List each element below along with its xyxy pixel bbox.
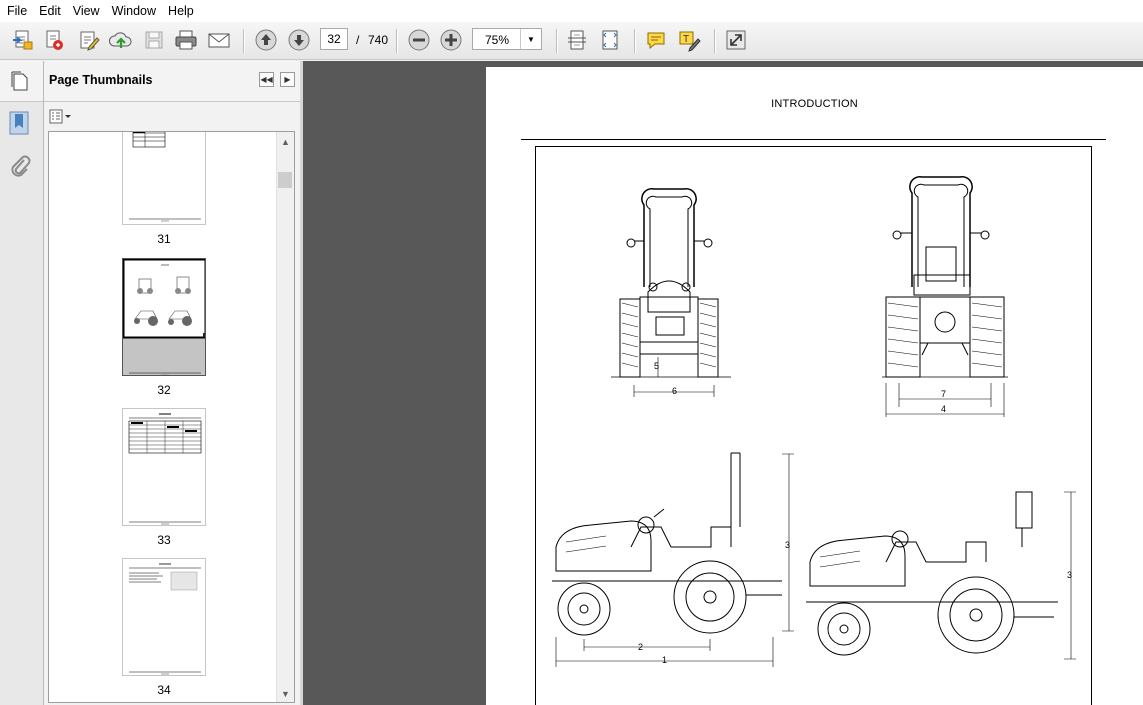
menu-bar: File Edit View Window Help [0, 0, 1143, 22]
pdf-page: INTRODUCTION 6 5 7 4 3 2 1 3 [486, 67, 1143, 705]
next-page-icon[interactable] [286, 27, 312, 53]
page-rule [521, 139, 1106, 140]
fullscreen-icon[interactable] [723, 27, 749, 53]
chevron-down-icon[interactable]: ▼ [520, 29, 541, 49]
toolbar: / 740 75% ▼ T [0, 22, 1143, 60]
page-separator: / [356, 33, 360, 47]
strip-header [0, 61, 43, 102]
thumbnail-label-34: 34 [157, 683, 171, 697]
tractor-side-view-right [806, 491, 1076, 660]
figure-frame: 6 5 7 4 3 2 1 3 [535, 146, 1092, 705]
toolbar-separator [396, 29, 398, 53]
thumbnail-page-34[interactable] [122, 558, 206, 676]
previous-page-icon[interactable] [253, 27, 279, 53]
bookmark-icon[interactable] [8, 110, 30, 139]
chevron-right-icon[interactable]: ▶ [280, 72, 295, 87]
document-view: INTRODUCTION 6 5 7 4 3 2 1 3 [303, 61, 1143, 705]
attachment-icon[interactable] [8, 154, 32, 181]
toolbar-separator [634, 29, 636, 53]
panel-header: Page Thumbnails ◀◀ ▶ [44, 61, 300, 102]
zoom-in-icon[interactable] [438, 27, 464, 53]
page-heading: INTRODUCTION [771, 98, 858, 110]
thumbnail-scrollbar[interactable]: ▲ ▼ [276, 132, 294, 702]
menu-window[interactable]: Window [105, 0, 161, 22]
print-icon[interactable] [173, 27, 199, 53]
thumbnail-label-31: 31 [157, 232, 171, 246]
dim-label-4: 4 [941, 404, 946, 414]
fit-page-icon[interactable] [564, 27, 590, 53]
thumbnail-label-32: 32 [157, 383, 171, 397]
create-pdf-icon[interactable] [10, 27, 36, 53]
thumbnail-page-31[interactable] [122, 132, 206, 225]
tractor-dimensions-figure: 6 5 7 4 3 2 1 3 [552, 176, 1076, 667]
email-icon[interactable] [206, 27, 232, 53]
comment-icon[interactable] [643, 27, 669, 53]
thumbnail-options-button[interactable] [48, 109, 74, 125]
menu-help[interactable]: Help [161, 0, 199, 22]
thumbnail-page-33[interactable] [122, 408, 206, 526]
panel-title: Page Thumbnails [49, 73, 153, 87]
chevron-down-icon[interactable]: ▼ [277, 685, 294, 702]
edit-icon[interactable] [76, 27, 102, 53]
tractor-rear-view [882, 176, 1008, 417]
thumbnail-label-33: 33 [157, 533, 171, 547]
menu-edit[interactable]: Edit [32, 0, 66, 22]
chevron-up-icon[interactable]: ▲ [277, 133, 294, 150]
dim-label-6: 6 [672, 386, 677, 396]
toolbar-separator [243, 29, 245, 53]
toolbar-separator [556, 29, 558, 53]
thumbnails-panel: Page Thumbnails ◀◀ ▶ 31 32 33 34 ▲ ▼ [44, 61, 300, 705]
dim-label-7: 7 [941, 389, 946, 399]
zoom-value: 75% [485, 33, 510, 47]
menu-view[interactable]: View [66, 0, 105, 22]
scrollbar-thumb[interactable] [278, 172, 292, 188]
dim-label-2: 2 [638, 642, 643, 652]
menu-file[interactable]: File [0, 0, 32, 22]
fit-width-icon[interactable] [597, 27, 623, 53]
total-pages: 740 [368, 33, 389, 47]
dim-label-5: 5 [654, 361, 659, 371]
pages-panel-icon[interactable] [9, 70, 31, 95]
highlight-icon[interactable]: T [676, 27, 702, 53]
dim-label-1: 1 [662, 655, 667, 665]
save-icon[interactable] [141, 27, 167, 53]
svg-text:T: T [683, 34, 689, 45]
tractor-front-view [611, 188, 731, 397]
zoom-out-icon[interactable] [406, 27, 432, 53]
thumbnail-page-32[interactable] [122, 258, 206, 376]
collapse-panel-icon[interactable]: ◀◀ [259, 72, 274, 87]
dim-label-3-right: 3 [1067, 570, 1072, 580]
page-number-input[interactable] [320, 28, 348, 50]
zoom-select[interactable]: 75% ▼ [472, 28, 542, 50]
upload-icon[interactable] [108, 27, 134, 53]
thumbnail-list: 31 32 33 34 ▲ ▼ [48, 131, 295, 703]
navigation-pane-strip [0, 61, 44, 705]
toolbar-separator [714, 29, 716, 53]
convert-icon[interactable] [41, 27, 67, 53]
dim-label-3-left: 3 [785, 540, 790, 550]
tractor-side-view-left [552, 452, 794, 667]
